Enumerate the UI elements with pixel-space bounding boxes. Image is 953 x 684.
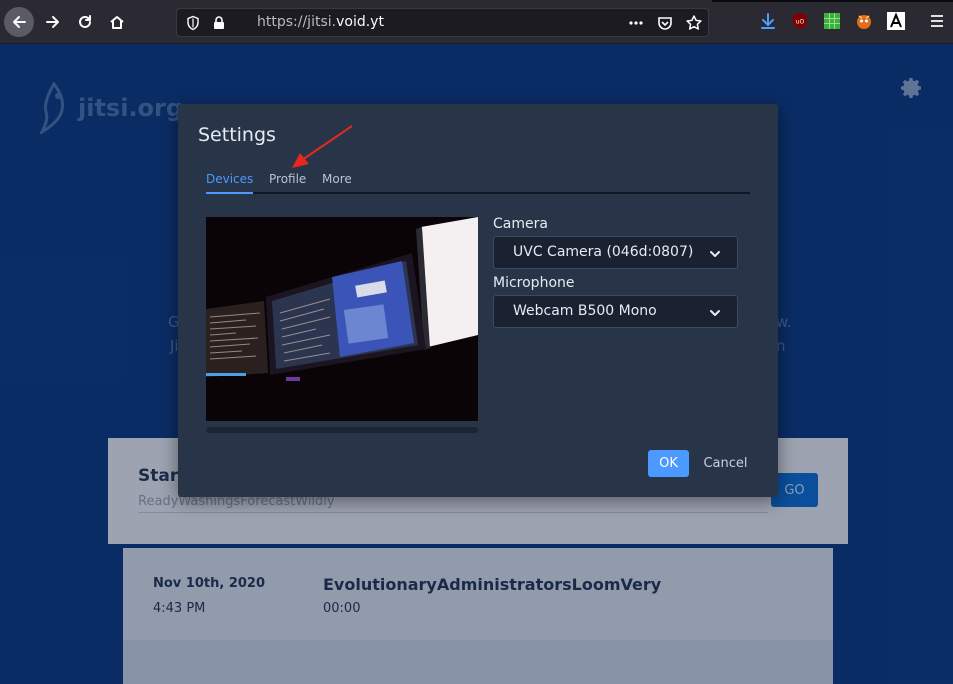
tab-profile[interactable]: Profile — [269, 172, 306, 192]
browser-toolbar: https://jitsi.void.yt uO — [0, 0, 953, 44]
url-prefix: https://jitsi. — [257, 14, 337, 30]
font-extension-icon[interactable] — [887, 12, 905, 30]
microphone-select[interactable]: Webcam B500 Mono — [493, 295, 738, 328]
page-actions-icon[interactable] — [627, 14, 645, 32]
lock-icon[interactable] — [211, 15, 227, 31]
dialog-title: Settings — [198, 124, 276, 146]
camera-select-value: UVC Camera (046d:0807) — [513, 244, 694, 260]
reload-icon — [79, 15, 91, 28]
cancel-button[interactable]: Cancel — [698, 450, 753, 477]
forward-button[interactable] — [38, 7, 68, 37]
microphone-select-value: Webcam B500 Mono — [513, 303, 657, 319]
home-icon — [110, 16, 124, 29]
svg-text:uO: uO — [796, 19, 805, 26]
hamburger-menu-icon[interactable] — [928, 12, 946, 30]
tab-strip-edge — [712, 0, 953, 2]
chevron-down-icon — [710, 310, 720, 316]
reload-button[interactable] — [70, 7, 100, 37]
microphone-label: Microphone — [493, 275, 575, 291]
arrow-right-icon — [46, 16, 59, 28]
ferret-extension-icon[interactable] — [855, 12, 873, 30]
camera-label: Camera — [493, 216, 548, 232]
bookmark-star-icon[interactable] — [685, 14, 703, 32]
grid-extension-icon[interactable] — [823, 12, 841, 30]
url-bar[interactable]: https://jitsi.void.yt — [176, 8, 709, 37]
url-text[interactable]: https://jitsi.void.yt — [257, 14, 384, 30]
back-button[interactable] — [4, 7, 34, 37]
download-icon[interactable] — [759, 12, 777, 30]
settings-dialog: Settings Devices Profile More Camera UVC… — [178, 104, 778, 497]
camera-select[interactable]: UVC Camera (046d:0807) — [493, 236, 738, 269]
settings-tabs: Devices Profile More — [206, 172, 750, 194]
arrow-left-icon — [13, 16, 26, 28]
chevron-down-icon — [710, 251, 720, 257]
url-domain: void.yt — [336, 14, 384, 30]
camera-preview-image — [206, 217, 478, 421]
camera-preview — [206, 217, 478, 421]
tab-more[interactable]: More — [322, 172, 352, 192]
tracking-shield-icon[interactable] — [185, 15, 201, 31]
tab-devices[interactable]: Devices — [206, 172, 254, 194]
audio-level-bar — [206, 427, 478, 433]
ok-button[interactable]: OK — [648, 450, 689, 477]
ublock-icon[interactable]: uO — [791, 12, 809, 30]
home-button[interactable] — [102, 7, 132, 37]
pocket-icon[interactable] — [656, 14, 674, 32]
